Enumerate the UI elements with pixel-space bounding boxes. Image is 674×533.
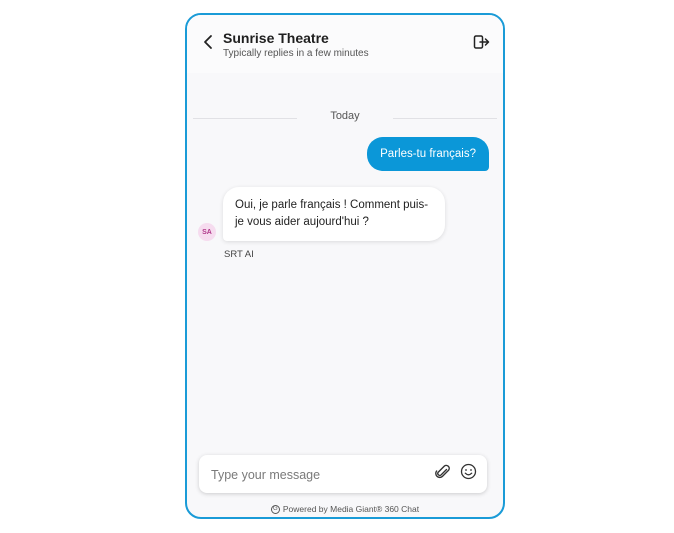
bot-message-bubble: Oui, je parle français ! Comment puis-je… [223,187,445,241]
date-divider: Today [193,109,497,127]
bot-sender-name: SRT AI [224,249,254,260]
bot-avatar: SA [198,223,216,241]
emoji-button[interactable] [458,463,478,485]
back-button[interactable] [197,33,219,55]
message-input[interactable] [209,461,423,489]
exit-icon [473,34,490,55]
chevron-left-icon [202,34,214,55]
media-giant-logo-icon: G [270,504,280,514]
chat-header: Sunrise Theatre Typically replies in a f… [187,15,503,73]
chat-title: Sunrise Theatre [223,30,329,46]
date-divider-label: Today [330,110,360,122]
smiley-icon [460,463,477,485]
paperclip-icon [435,464,451,485]
exit-button[interactable] [471,34,491,54]
chat-widget: Sunrise Theatre Typically replies in a f… [185,13,505,519]
powered-by-footer: G Powered by Media Giant® 360 Chat [187,504,503,514]
user-message-bubble: Parles-tu français? [367,137,489,171]
powered-by-text: Powered by Media Giant® 360 Chat [282,504,420,514]
divider-line-right [393,118,497,119]
chat-subtitle: Typically replies in a few minutes [223,48,369,59]
attach-button[interactable] [433,464,453,484]
message-composer [199,455,487,493]
